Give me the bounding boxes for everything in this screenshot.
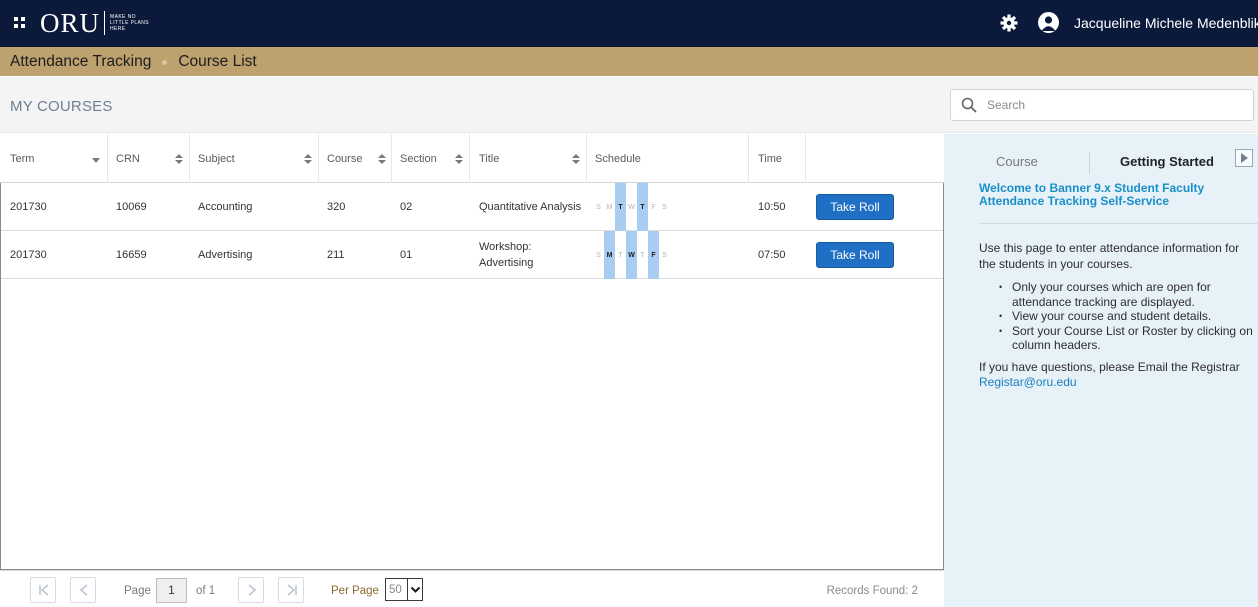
previous-page-button[interactable] (70, 577, 96, 603)
schedule-day-active: T (637, 183, 648, 231)
column-header-course[interactable]: Course (327, 134, 362, 183)
apps-grid-icon[interactable] (14, 17, 25, 28)
tab-getting-started[interactable]: Getting Started (1120, 154, 1214, 169)
records-found: Records Found: 2 (826, 585, 918, 597)
cell-term: 201730 (10, 249, 47, 261)
schedule-day: F (651, 203, 656, 211)
search-area (944, 77, 1258, 133)
registrar-email-link[interactable]: Registar@oru.edu (979, 375, 1077, 389)
cell-subject: Accounting (198, 201, 253, 213)
first-page-icon (39, 584, 49, 596)
user-avatar-icon[interactable] (1038, 12, 1059, 33)
page-label: Page (124, 585, 151, 597)
cell-time: 10:50 (758, 201, 786, 213)
schedule-day: S (596, 203, 601, 211)
cell-title: Quantitative Analysis (479, 201, 582, 213)
schedule-day: S (662, 203, 667, 211)
page-title: MY COURSES (10, 98, 113, 115)
sort-icon[interactable] (572, 154, 580, 164)
schedule-day-active: M (604, 231, 615, 279)
breadcrumb-course-list: Course List (178, 52, 257, 70)
column-header-crn[interactable]: CRN (116, 134, 140, 183)
top-bar: ORU MAKE NO LITTLE PLANS HERE Jacqueline… (0, 0, 1258, 47)
cell-time: 07:50 (758, 249, 786, 261)
intro-text: Use this page to enter attendance inform… (979, 241, 1240, 271)
tab-course[interactable]: Course (996, 154, 1038, 169)
column-header-time: Time (758, 152, 783, 165)
cell-section: 01 (400, 249, 413, 261)
oru-logo[interactable]: ORU MAKE NO LITTLE PLANS HERE (40, 8, 152, 38)
page-number-input[interactable] (156, 578, 187, 603)
cell-course: 211 (327, 249, 345, 261)
help-bullets: Only your courses which are open for att… (998, 280, 1256, 353)
list-item: Only your courses which are open for att… (998, 280, 1256, 309)
cell-course: 320 (327, 201, 346, 213)
schedule-day: T (618, 251, 623, 259)
page-count: of 1 (196, 585, 216, 597)
column-header-title[interactable]: Title (479, 134, 499, 183)
courses-table: Term CRN Subject Course Section Title Sc… (0, 134, 944, 570)
take-roll-button[interactable]: Take Roll (816, 242, 894, 268)
schedule-day-active: T (615, 183, 626, 231)
schedule-day-active: W (626, 231, 637, 279)
user-name[interactable]: Jacqueline Michele Medenblik (1074, 15, 1258, 31)
sort-icon[interactable] (304, 154, 312, 164)
schedule-day: M (606, 203, 613, 211)
next-page-button[interactable] (238, 577, 264, 603)
per-page-label: Per Page (331, 585, 379, 597)
schedule-day: S (662, 251, 667, 259)
chevron-right-icon (248, 584, 257, 596)
schedule-days: S M T W T F S (593, 231, 670, 279)
welcome-heading: Welcome to Banner 9.x Student Faculty At… (979, 181, 1205, 208)
table-body: 201730 10069 Accounting 320 02 Quantitat… (0, 183, 944, 570)
list-item: Sort your Course List or Roster by click… (998, 324, 1256, 353)
column-header-section[interactable]: Section (400, 134, 437, 183)
search-input[interactable] (987, 94, 1247, 116)
cell-crn: 16659 (116, 249, 147, 261)
schedule-day: W (628, 203, 635, 211)
table-row: 201730 16659 Advertising 211 01 Workshop… (1, 231, 943, 279)
cell-section: 02 (400, 201, 413, 213)
breadcrumb-attendance-tracking[interactable]: Attendance Tracking (10, 53, 151, 71)
sort-desc-icon[interactable] (92, 156, 100, 166)
per-page-value: 50 (389, 584, 402, 596)
search-box[interactable] (950, 89, 1254, 121)
first-page-button[interactable] (30, 577, 56, 603)
page-header: MY COURSES (0, 77, 944, 133)
chevron-left-icon (79, 584, 88, 596)
search-icon (961, 97, 977, 113)
breadcrumb-separator (162, 60, 168, 65)
cell-subject: Advertising (198, 249, 253, 261)
sort-icon[interactable] (455, 154, 463, 164)
pagination: Page of 1 Per Page 50 Records Found: 2 (0, 570, 944, 607)
cell-title: Workshop: Advertising (479, 241, 534, 269)
question-text: If you have questions, please Email the … (979, 360, 1240, 374)
schedule-day: T (640, 251, 645, 259)
collapse-panel-button[interactable] (1235, 149, 1253, 167)
table-header: Term CRN Subject Course Section Title Sc… (0, 134, 944, 183)
sort-icon[interactable] (378, 154, 386, 164)
help-side-panel: Course Getting Started Welcome to Banner… (944, 134, 1258, 607)
per-page-select[interactable]: 50 (385, 578, 423, 601)
caret-right-icon (1241, 153, 1248, 163)
column-header-term[interactable]: Term (10, 134, 34, 183)
chevron-down-icon (407, 579, 422, 600)
gear-icon[interactable] (999, 13, 1019, 33)
sort-icon[interactable] (175, 154, 183, 164)
column-header-subject[interactable]: Subject (198, 134, 235, 183)
logo-text: ORU (40, 7, 101, 38)
last-page-icon (287, 584, 297, 596)
list-item: View your course and student details. (998, 309, 1256, 324)
last-page-button[interactable] (278, 577, 304, 603)
schedule-day-active: F (648, 231, 659, 279)
schedule-day: S (596, 251, 601, 259)
schedule-days: S M T W T F S (593, 183, 670, 231)
breadcrumb: Attendance Tracking Course List (0, 47, 1258, 76)
table-row: 201730 10069 Accounting 320 02 Quantitat… (1, 183, 943, 231)
column-header-schedule: Schedule (595, 152, 641, 165)
cell-crn: 10069 (116, 201, 147, 213)
cell-term: 201730 (10, 201, 47, 213)
logo-tagline: MAKE NO LITTLE PLANS HERE (110, 14, 149, 32)
take-roll-button[interactable]: Take Roll (816, 194, 894, 220)
